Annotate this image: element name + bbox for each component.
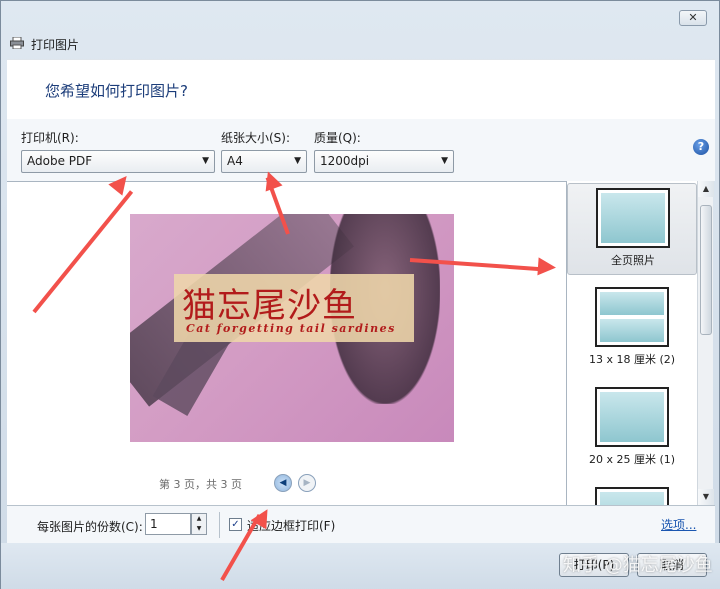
dialog-footer: 打印(P) 取消 知乎 @猫忘尾沙鱼 [1,543,720,589]
paper-size-value: A4 [227,154,243,168]
quality-label: 质量(Q): [314,131,361,145]
page-indicator: 第 3 页，共 3 页 [159,478,242,491]
stepper-up-icon[interactable]: ▲ [192,514,206,524]
layout-scrollbar[interactable]: ▲ ▼ [697,181,714,505]
watermark-text: 知乎 @猫忘尾沙鱼 [563,555,713,576]
layout-item-13x18[interactable]: 13 x 18 厘米 (2) [567,283,697,375]
print-dialog: ✕ 打印图片 您希望如何打印图片? 打印机(R): Adobe PDF ▼ 纸张… [0,0,720,589]
stepper-down-icon[interactable]: ▼ [192,524,206,534]
printer-icon [10,37,24,49]
layout-thumbnail [596,188,670,248]
scroll-thumb[interactable] [700,205,712,335]
printer-select[interactable]: Adobe PDF ▼ [21,150,215,173]
watermark-banner: 猫忘尾沙鱼 Cat forgetting tail sardines [174,274,414,342]
banner-title: 猫忘尾沙鱼 [182,286,357,326]
layout-item-partial[interactable] [567,483,697,505]
annotation-arrowhead [537,257,557,277]
chevron-down-icon: ▼ [202,156,209,166]
layout-list: 全页照片 13 x 18 厘米 (2) 20 x 25 厘米 (1) [567,181,697,505]
quality-value: 1200dpi [320,154,370,168]
divider [219,512,220,538]
copies-input[interactable]: 1 [145,513,191,535]
close-button[interactable]: ✕ [679,10,707,26]
layout-label: 13 x 18 厘米 (2) [588,353,676,366]
copies-label: 每张图片的份数(C): [37,520,143,534]
preview-image: 猫忘尾沙鱼 Cat forgetting tail sardines [130,214,454,442]
layout-item-full-page[interactable]: 全页照片 [567,183,697,275]
dialog-question: 您希望如何打印图片? [45,82,188,100]
copies-stepper[interactable]: ▲ ▼ [191,513,207,535]
chevron-down-icon: ▼ [441,156,448,166]
print-options-bar: 每张图片的份数(C): 1 ▲ ▼ ✓ 适应边框打印(F) 选项... [7,505,715,543]
layout-label: 20 x 25 厘米 (1) [588,453,676,466]
printer-label: 打印机(R): [21,131,79,145]
layout-item-20x25[interactable]: 20 x 25 厘米 (1) [567,383,697,475]
dialog-header: 您希望如何打印图片? [7,59,715,119]
paper-size-label: 纸张大小(S): [221,131,291,145]
window-title: 打印图片 [31,38,80,52]
next-page-button[interactable]: ▶ [298,474,316,492]
printer-value: Adobe PDF [27,154,93,168]
print-settings: 打印机(R): Adobe PDF ▼ 纸张大小(S): A4 ▼ 质量(Q):… [7,119,715,181]
fit-frame-checkbox[interactable]: ✓ [229,518,242,531]
chevron-down-icon: ▼ [294,156,301,166]
scroll-down-icon[interactable]: ▼ [698,489,714,505]
quality-select[interactable]: 1200dpi ▼ [314,150,454,173]
layout-thumbnail [595,487,669,505]
scroll-up-icon[interactable]: ▲ [698,181,714,197]
layout-label: 全页照片 [611,254,655,267]
banner-subtitle: Cat forgetting tail sardines [186,322,396,335]
layout-thumbnail [595,387,669,447]
previous-page-button[interactable]: ◀ [274,474,292,492]
options-link[interactable]: 选项... [661,516,696,533]
paper-size-select[interactable]: A4 ▼ [221,150,307,173]
help-icon[interactable]: ? [693,139,709,155]
layout-thumbnail [595,287,669,347]
